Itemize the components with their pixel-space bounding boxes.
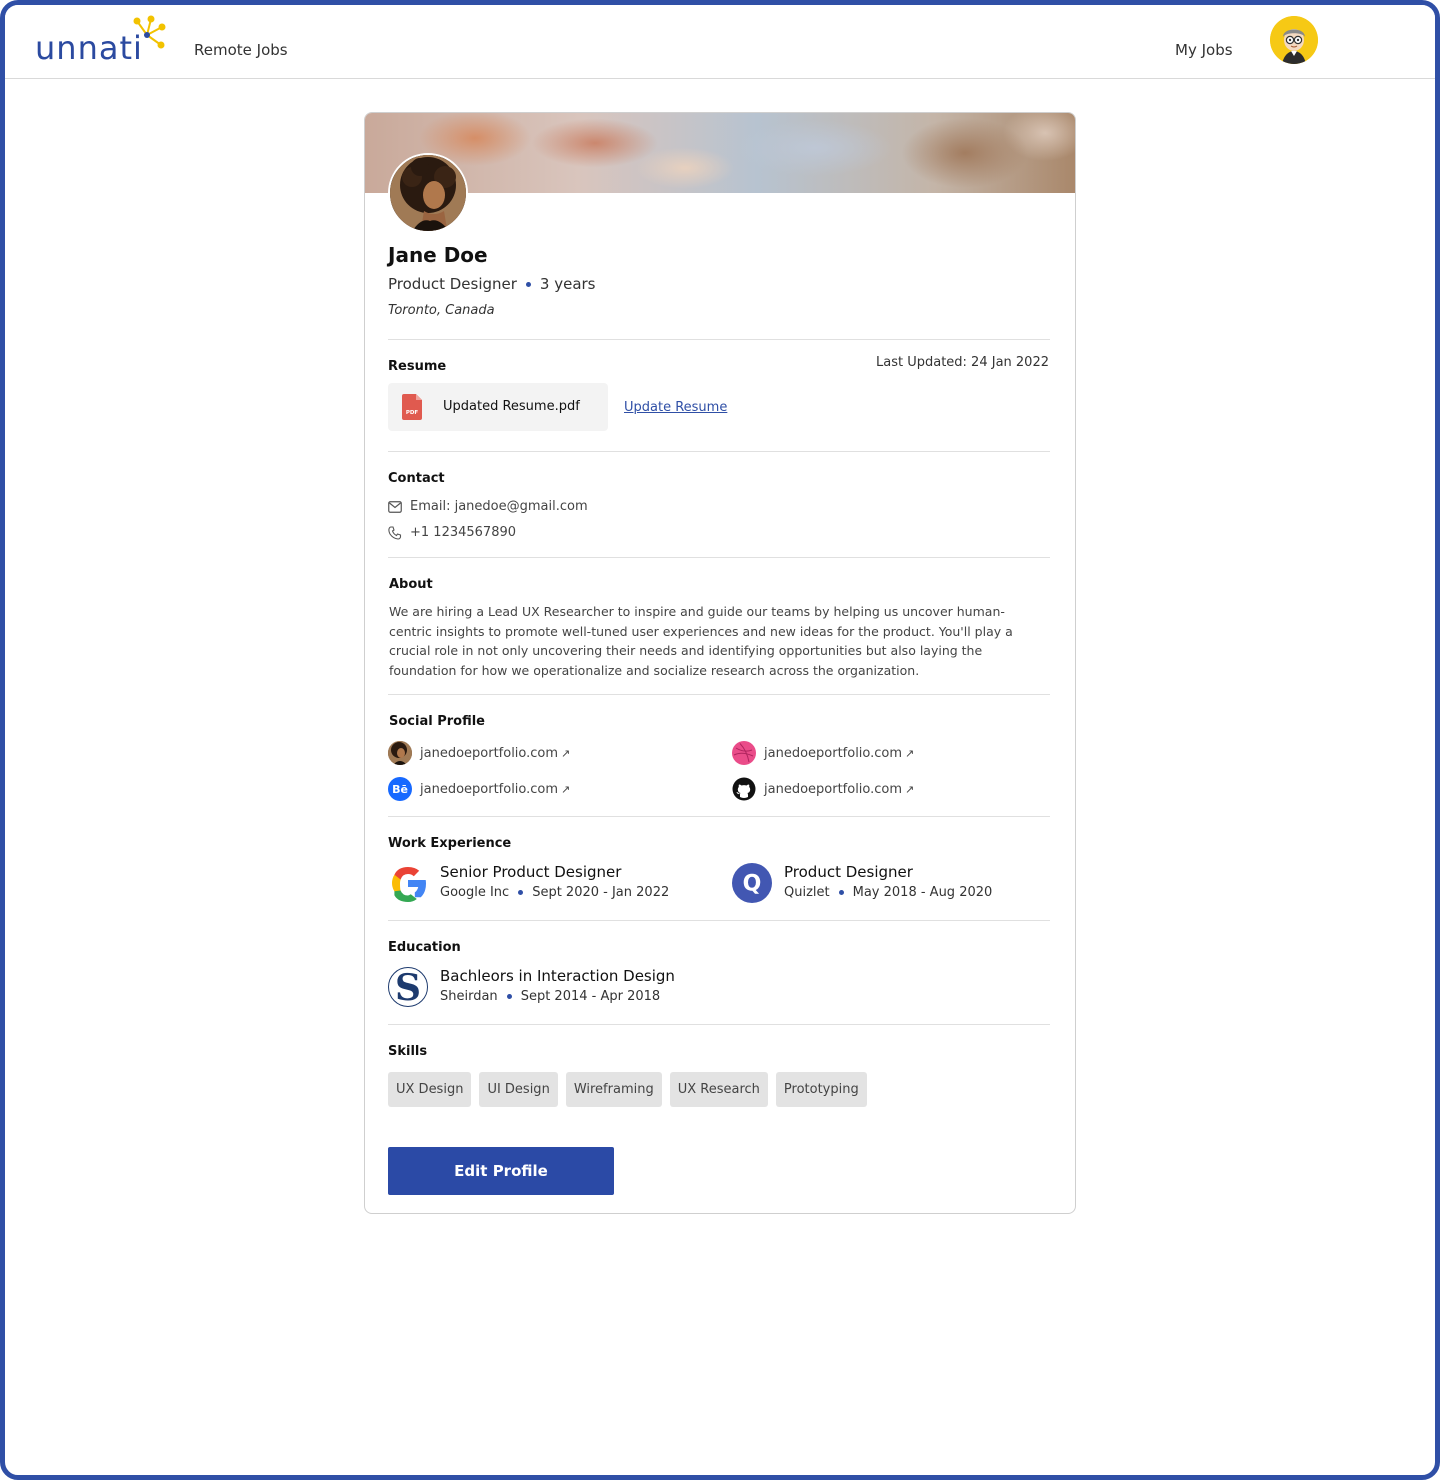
job-company: Quizlet [784, 885, 830, 900]
profile-location: Toronto, Canada [388, 303, 495, 318]
skills-list: UX Design UI Design Wireframing UX Resea… [388, 1072, 867, 1107]
skills-section-title: Skills [388, 1044, 428, 1059]
external-link-icon: ↗ [561, 782, 571, 796]
contact-email: Email: janedoe@gmail.com [388, 499, 588, 514]
github-icon [732, 777, 756, 801]
profile-experience: 3 years [539, 275, 596, 293]
contact-email-text: Email: janedoe@gmail.com [410, 499, 588, 514]
unnati-logo[interactable]: unnati [33, 15, 173, 71]
user-avatar[interactable] [1270, 16, 1318, 64]
profile-role: Product Designer [388, 275, 517, 293]
separator-dot [518, 890, 524, 895]
contact-section-title: Contact [388, 471, 445, 486]
skill-tag: UX Design [388, 1072, 472, 1107]
job-title: Product Designer [784, 863, 913, 881]
skill-tag: UX Research [669, 1072, 768, 1107]
sheridan-logo-letter: S [395, 967, 421, 1007]
portfolio-avatar-icon [388, 741, 412, 765]
nav-remote-jobs[interactable]: Remote Jobs [194, 41, 288, 59]
skill-tag: Wireframing [565, 1072, 662, 1107]
education-subtitle: Sheirdan Sept 2014 - Apr 2018 [440, 989, 660, 1004]
divider [388, 920, 1050, 921]
divider [388, 557, 1050, 558]
sheridan-logo-icon: S [388, 967, 428, 1007]
contact-phone-text: +1 1234567890 [410, 525, 517, 540]
social-link-portfolio[interactable]: janedoeportfolio.com ↗ [388, 741, 570, 765]
profile-card: Jane Doe Product Designer 3 years Toront… [364, 112, 1076, 1214]
social-link-github[interactable]: janedoeportfolio.com ↗ [732, 777, 914, 801]
profile-role-line: Product Designer 3 years [388, 275, 596, 293]
divider [388, 451, 1050, 452]
app-frame: unnati Remote Jobs My Jobs Jane Doe Prod… [0, 0, 1440, 1480]
social-link-text: janedoeportfolio.com [420, 781, 559, 797]
google-logo-icon [392, 867, 426, 902]
mail-icon [388, 500, 402, 513]
top-nav: unnati Remote Jobs My Jobs [5, 5, 1435, 79]
resume-last-updated: Last Updated: 24 Jan 2022 [876, 355, 1049, 370]
pdf-badge-text: PDF [406, 410, 419, 416]
divider [388, 816, 1050, 817]
job-period: May 2018 - Aug 2020 [852, 885, 993, 900]
quizlet-logo-icon: Q [732, 863, 772, 903]
logo-spark-icon [133, 15, 166, 49]
work-section-title: Work Experience [388, 836, 512, 851]
separator-dot [525, 281, 531, 287]
job-company: Google Inc [440, 885, 510, 900]
work-item-google: Senior Product Designer Google Inc Sept … [388, 863, 708, 907]
profile-name: Jane Doe [388, 243, 488, 267]
skill-tag: Prototyping [775, 1072, 867, 1107]
about-text: We are hiring a Lead UX Researcher to in… [389, 604, 1013, 678]
job-subtitle: Google Inc Sept 2020 - Jan 2022 [440, 885, 669, 900]
update-resume-link[interactable]: Update Resume [624, 400, 727, 415]
divider [388, 694, 1050, 695]
profile-avatar [388, 153, 468, 233]
education-section-title: Education [388, 940, 461, 955]
phone-icon [388, 525, 402, 540]
profile-photo-icon [390, 155, 466, 231]
logo-text: unnati [35, 29, 143, 67]
education-item: S Bachleors in Interaction Design Sheird… [388, 967, 708, 1011]
external-link-icon: ↗ [905, 746, 915, 760]
social-link-behance[interactable]: Bē janedoeportfolio.com ↗ [388, 777, 570, 801]
job-period: Sept 2020 - Jan 2022 [532, 885, 670, 900]
about-section-title: About [389, 577, 433, 592]
skill-tag: UI Design [479, 1072, 558, 1107]
contact-phone: +1 1234567890 [388, 525, 516, 540]
avatar-face-icon [1270, 16, 1318, 64]
social-link-text: janedoeportfolio.com [764, 745, 903, 761]
education-school: Sheirdan [440, 989, 498, 1004]
external-link-icon: ↗ [905, 782, 915, 796]
job-subtitle: Quizlet May 2018 - Aug 2020 [784, 885, 992, 900]
social-link-text: janedoeportfolio.com [764, 781, 903, 797]
quizlet-logo-letter: Q [743, 872, 762, 897]
social-link-text: janedoeportfolio.com [420, 745, 559, 761]
education-title: Bachleors in Interaction Design [440, 967, 675, 985]
separator-dot [838, 890, 844, 895]
behance-badge-text: Bē [392, 782, 408, 796]
social-link-dribbble[interactable]: janedoeportfolio.com ↗ [732, 741, 914, 765]
work-item-quizlet: Q Product Designer Quizlet May 2018 - Au… [732, 863, 1052, 907]
separator-dot [506, 994, 512, 999]
resume-file[interactable]: PDF Updated Resume.pdf [388, 383, 608, 431]
social-section-title: Social Profile [389, 714, 485, 729]
profile-banner [365, 113, 1075, 193]
divider [388, 1024, 1050, 1025]
resume-file-name: Updated Resume.pdf [443, 399, 580, 414]
dribbble-icon [732, 741, 756, 765]
edit-profile-button[interactable]: Edit Profile [388, 1147, 614, 1195]
behance-icon: Bē [388, 777, 412, 801]
nav-my-jobs[interactable]: My Jobs [1175, 41, 1233, 59]
job-title: Senior Product Designer [440, 863, 622, 881]
education-period: Sept 2014 - Apr 2018 [520, 989, 661, 1004]
divider [388, 339, 1050, 340]
resume-section-title: Resume [388, 359, 447, 374]
pdf-file-icon: PDF [402, 394, 422, 420]
external-link-icon: ↗ [561, 746, 571, 760]
